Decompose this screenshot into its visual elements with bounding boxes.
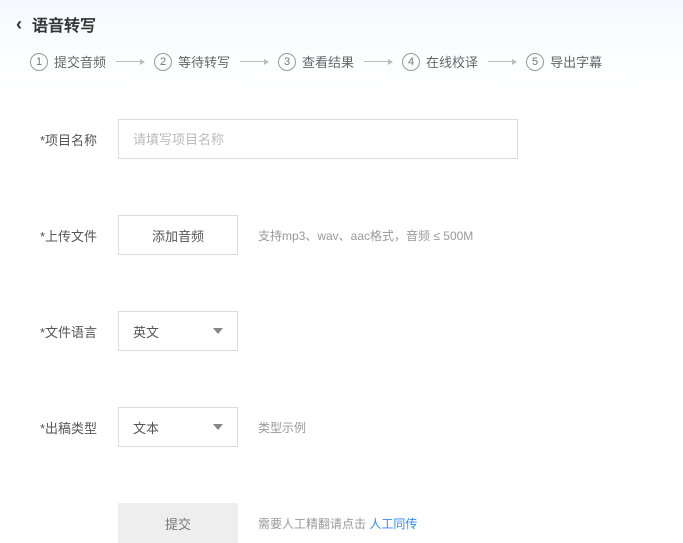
step-3: 3 查看结果 bbox=[278, 52, 354, 71]
language-value: 英文 bbox=[133, 322, 159, 341]
arrow-icon bbox=[488, 61, 516, 62]
project-name-label: *项目名称 bbox=[40, 130, 118, 149]
arrow-icon bbox=[116, 61, 144, 62]
chevron-down-icon bbox=[213, 328, 223, 334]
step-num: 2 bbox=[154, 53, 172, 71]
arrow-icon bbox=[240, 61, 268, 62]
step-1: 1 提交音频 bbox=[30, 52, 106, 71]
step-label: 查看结果 bbox=[302, 52, 354, 71]
page-title: 语音转写 bbox=[32, 12, 96, 36]
chevron-down-icon bbox=[213, 424, 223, 430]
submit-hint: 需要人工精翻请点击 人工同传 bbox=[258, 515, 417, 532]
step-5: 5 导出字幕 bbox=[526, 52, 602, 71]
manual-translate-link[interactable]: 人工同传 bbox=[369, 517, 417, 531]
step-label: 在线校译 bbox=[426, 52, 478, 71]
add-audio-button[interactable]: 添加音频 bbox=[118, 215, 238, 255]
add-audio-label: 添加音频 bbox=[152, 226, 204, 245]
project-name-input[interactable] bbox=[118, 119, 518, 159]
upload-label: *上传文件 bbox=[40, 226, 118, 245]
step-num: 1 bbox=[30, 53, 48, 71]
step-2: 2 等待转写 bbox=[154, 52, 230, 71]
language-label: *文件语言 bbox=[40, 322, 118, 341]
step-label: 导出字幕 bbox=[550, 52, 602, 71]
back-icon[interactable]: ‹ bbox=[16, 14, 22, 35]
output-type-select[interactable]: 文本 bbox=[118, 407, 238, 447]
step-num: 4 bbox=[402, 53, 420, 71]
submit-button[interactable]: 提交 bbox=[118, 503, 238, 543]
arrow-icon bbox=[364, 61, 392, 62]
step-num: 5 bbox=[526, 53, 544, 71]
step-label: 提交音频 bbox=[54, 52, 106, 71]
step-indicator: 1 提交音频 2 等待转写 3 查看结果 4 在线校译 5 导出字幕 bbox=[0, 44, 683, 89]
language-select[interactable]: 英文 bbox=[118, 311, 238, 351]
upload-hint: 支持mp3、wav、aac格式，音频 ≤ 500M bbox=[258, 227, 473, 244]
output-type-value: 文本 bbox=[133, 418, 159, 437]
submit-hint-text: 需要人工精翻请点击 bbox=[258, 517, 369, 531]
step-label: 等待转写 bbox=[178, 52, 230, 71]
step-4: 4 在线校译 bbox=[402, 52, 478, 71]
output-type-hint: 类型示例 bbox=[258, 419, 306, 436]
step-num: 3 bbox=[278, 53, 296, 71]
output-type-label: *出稿类型 bbox=[40, 418, 118, 437]
